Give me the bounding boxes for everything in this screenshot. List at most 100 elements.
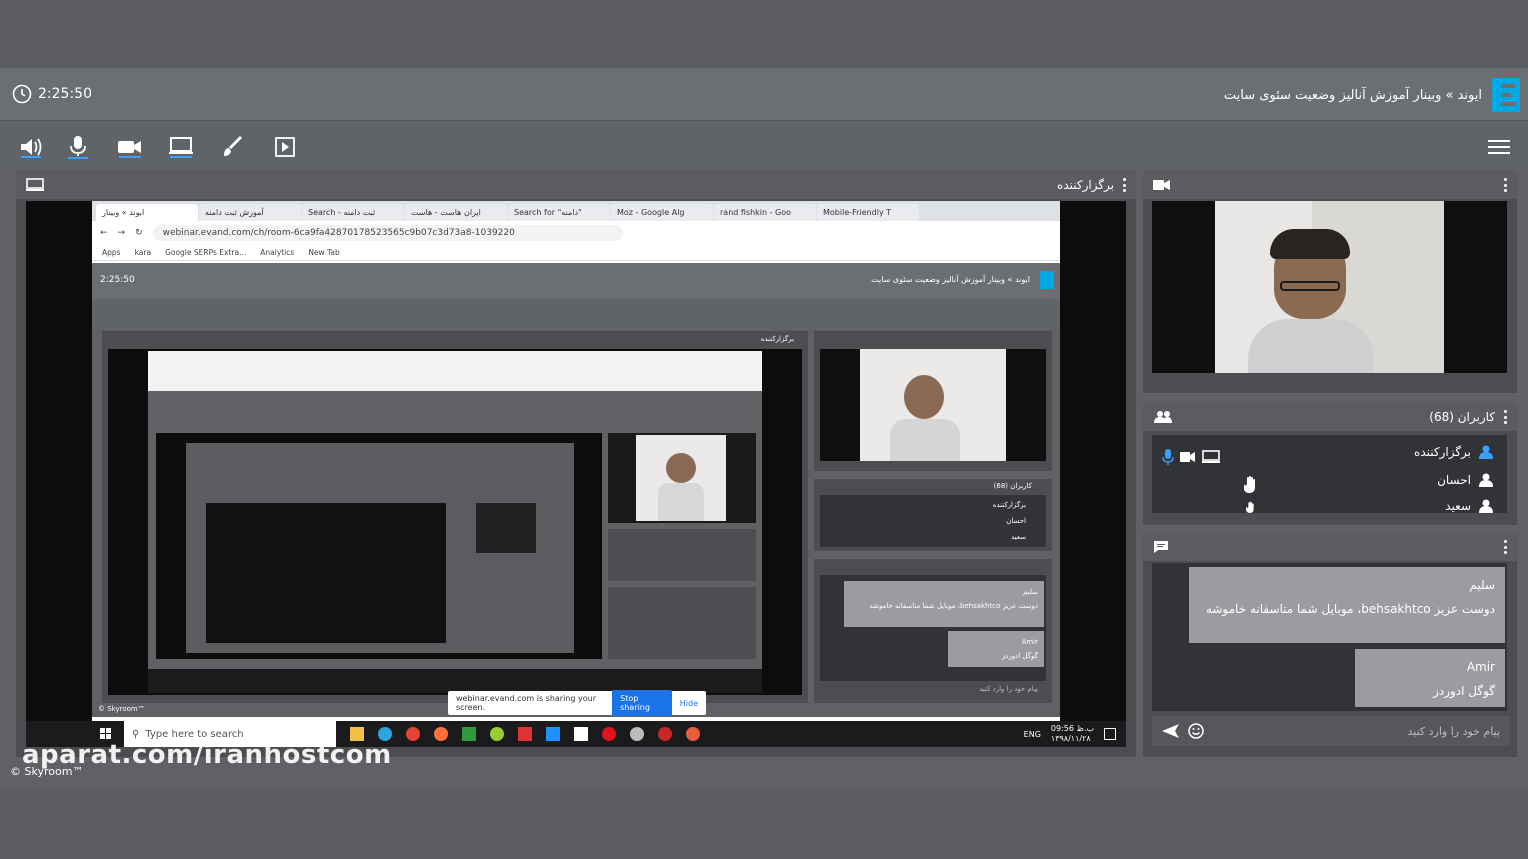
red-app-icon[interactable] xyxy=(518,727,532,741)
users-panel-title: کاربران (68) xyxy=(1429,410,1495,424)
presenter-menu-icon[interactable] xyxy=(1122,178,1126,192)
chat-message: سلیم دوست عزیز behsakhtco، موبایل شما مت… xyxy=(1189,567,1505,643)
chat-text: دوست عزیز behsakhtco، موبایل شما متاسفان… xyxy=(1205,602,1495,616)
inner-presenter-shirt xyxy=(890,419,960,461)
inner-users-panel: کاربران (68) برگزارکننده احسان سعید xyxy=(814,479,1052,551)
raised-hand-icon xyxy=(1246,501,1254,513)
inner-chat-name: Amir xyxy=(1021,638,1038,646)
deep-nested-screen xyxy=(186,443,574,653)
inner-app-recursive: 2:25:50 ایوند » وبینار آموزش آنالیز وضعی… xyxy=(92,263,1060,717)
evand-logo xyxy=(1492,78,1520,112)
chat-sender: Amir xyxy=(1466,660,1495,674)
user-icon xyxy=(1479,499,1493,513)
user-microphone-icon xyxy=(1162,449,1174,465)
inner-skyroom-brand: © Skyroom™ xyxy=(98,705,145,713)
play-file-icon[interactable] xyxy=(272,134,298,160)
bookmark: Google SERPs Extra... xyxy=(165,248,247,257)
browser-tab: rand fishkin - Goo xyxy=(714,204,816,221)
presenter-status-icons xyxy=(1162,449,1220,465)
skyroom-brand: © Skyroom™ xyxy=(10,765,84,778)
opera-icon[interactable] xyxy=(602,727,616,741)
share-notice-text: webinar.evand.com is sharing your screen… xyxy=(456,694,596,712)
browser-tab: ایوند » وبینار xyxy=(96,204,198,221)
screen-share-icon[interactable] xyxy=(168,134,194,160)
inner-chat-panel: سلیم دوست عزیز behsakhtco، موبایل شما مت… xyxy=(814,559,1052,703)
chat-panel-header xyxy=(1143,533,1517,561)
inner-chat-text: گوگل ادوردز xyxy=(1001,652,1038,660)
vivaldi-icon[interactable] xyxy=(658,727,672,741)
deep-screen-content xyxy=(206,503,446,643)
clock-icon xyxy=(12,84,32,104)
session-time: 2:25:50 xyxy=(38,86,92,102)
inner-chat-message: سلیم دوست عزیز behsakhtco، موبایل شما مت… xyxy=(844,581,1044,627)
chat-input[interactable]: پیام خود را وارد کنید xyxy=(1407,725,1500,738)
emoji-icon[interactable] xyxy=(1188,723,1204,739)
windows-start-icon[interactable] xyxy=(100,728,112,740)
inner-title: ایوند » وبینار آموزش آنالیز وضعیت سئوی س… xyxy=(871,275,1030,284)
firefox-icon[interactable] xyxy=(434,727,448,741)
telegram-icon[interactable] xyxy=(378,727,392,741)
browser-tabbar: ایوند » وبینار آموزش ثبت دامنه Search - … xyxy=(92,201,1060,221)
inner-screen xyxy=(108,349,802,695)
chat-text: گوگل ادوردز xyxy=(1433,684,1495,698)
orange-app-icon[interactable] xyxy=(686,727,700,741)
user-name: سعید xyxy=(1445,499,1471,513)
bookmark: Apps xyxy=(102,248,121,257)
page-title: ایوند » وبینار آموزش آنالیز وضعیت سئوی س… xyxy=(1223,87,1482,103)
browser-tab: Moz - Google Alg xyxy=(611,204,713,221)
hide-button[interactable]: Hide xyxy=(680,699,698,708)
inner-chat-name: سلیم xyxy=(1023,588,1038,596)
session-clock: 2:25:50 xyxy=(12,84,92,104)
inner-presenter-face xyxy=(904,375,944,419)
inner-user-name: سعید xyxy=(1010,533,1026,541)
presenter-shirt xyxy=(1248,319,1374,373)
system-tray: ENG 09:56 ب.ظ ۱۳۹۸/۱۱/۲۸ xyxy=(1024,724,1116,744)
edge-icon[interactable] xyxy=(546,727,560,741)
inner-presenter-panel: برگزارکننده xyxy=(102,331,808,703)
user-row[interactable]: احسان xyxy=(1437,473,1493,487)
shared-screen: ایوند » وبینار آموزش ثبت دامنه Search - … xyxy=(26,201,1126,747)
user-icon xyxy=(1479,445,1493,459)
inner-chat-input: پیام خود را وارد کنید xyxy=(979,685,1038,693)
browser-urlbar: ← → ↻ webinar.evand.com/ch/room-6ca9fa42… xyxy=(92,221,1060,245)
inner-time: 2:25:50 xyxy=(100,275,135,285)
white-app-icon[interactable] xyxy=(574,727,588,741)
app-icon[interactable] xyxy=(490,727,504,741)
chat-input-actions xyxy=(1162,723,1204,739)
bottom-band xyxy=(0,790,1528,859)
users-list: برگزارکننده احسان سعید xyxy=(1152,435,1507,513)
speaker-icon[interactable] xyxy=(18,134,44,160)
grey-app-icon[interactable] xyxy=(630,727,644,741)
send-icon[interactable] xyxy=(1162,724,1180,738)
microphone-icon[interactable] xyxy=(65,134,91,160)
user-row[interactable]: سعید xyxy=(1445,499,1493,513)
inner-users-list: برگزارکننده احسان سعید xyxy=(820,495,1046,547)
inner-users-title: کاربران (68) xyxy=(993,482,1032,490)
browser-tab: ایران هاست - هاست xyxy=(405,204,507,221)
chat-input-bar: پیام خود را وارد کنید xyxy=(1152,716,1510,746)
presenter-panel-header: برگزارکننده xyxy=(16,171,1136,199)
user-row[interactable]: برگزارکننده xyxy=(1414,445,1493,459)
stop-sharing-button[interactable]: Stop sharing xyxy=(612,690,672,716)
inner-logo xyxy=(1040,271,1054,289)
user-icon xyxy=(1479,473,1493,487)
green-app-icon[interactable] xyxy=(462,727,476,741)
camera-panel-header xyxy=(1143,171,1517,199)
menu-icon[interactable] xyxy=(1488,137,1510,157)
user-name: برگزارکننده xyxy=(1414,445,1471,459)
inner-user-name: برگزارکننده xyxy=(992,501,1026,509)
taskbar-apps xyxy=(350,727,700,741)
browser-url: webinar.evand.com/ch/room-6ca9fa42870178… xyxy=(152,225,623,241)
chrome-icon[interactable] xyxy=(406,727,420,741)
user-camera-icon xyxy=(1180,452,1195,462)
chat-icon xyxy=(1154,541,1168,553)
users-menu-icon[interactable] xyxy=(1503,410,1507,424)
chat-menu-icon[interactable] xyxy=(1503,540,1507,554)
notification-icon[interactable] xyxy=(1104,728,1116,740)
brush-icon[interactable] xyxy=(220,134,246,160)
camera-icon[interactable] xyxy=(117,134,143,160)
camera-menu-icon[interactable] xyxy=(1503,178,1507,192)
file-explorer-icon[interactable] xyxy=(350,727,364,741)
users-panel-header: کاربران (68) xyxy=(1143,403,1517,431)
video-camera-icon xyxy=(1153,180,1170,190)
